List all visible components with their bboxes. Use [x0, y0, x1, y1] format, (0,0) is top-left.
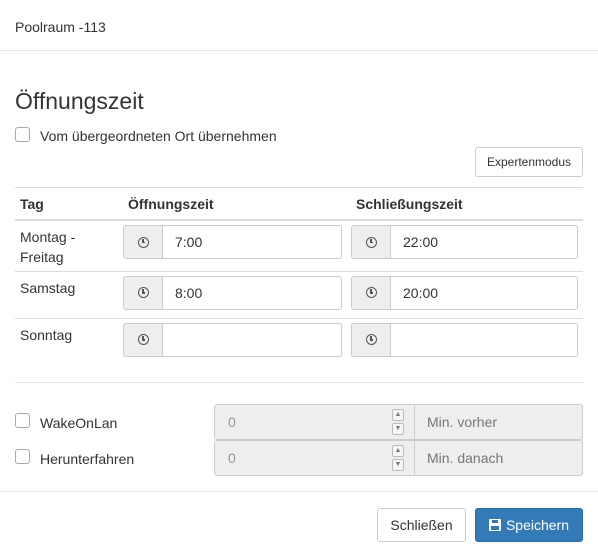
addon-clock	[351, 225, 390, 259]
expert-mode-button[interactable]: Expertenmodus	[475, 147, 583, 177]
close-time-field[interactable]: 20:00	[351, 275, 578, 310]
clock-icon	[137, 334, 149, 345]
shutdown-minutes-value: 0	[228, 450, 236, 466]
opening-hours-table: Tag Öffnungszeit Schließungszeit Montag …	[15, 187, 583, 363]
clock-icon	[365, 287, 377, 298]
modal-title: Poolraum -113	[15, 19, 106, 35]
close-time-input[interactable]: 22:00	[390, 225, 578, 259]
chevron-down-icon[interactable]: ▼	[392, 459, 404, 471]
save-button[interactable]: Speichern	[475, 508, 583, 542]
table-row: Montag - Freitag 7:00 22:00	[15, 219, 583, 271]
wakeonlan-checkbox[interactable]	[15, 413, 30, 428]
divider	[15, 382, 583, 383]
close-time-input[interactable]: 20:00	[390, 275, 578, 310]
save-button-label: Speichern	[505, 517, 570, 533]
column-header-close: Schließungszeit	[351, 187, 583, 221]
chevron-down-icon[interactable]: ▼	[392, 423, 404, 435]
table-row: Samstag 8:00 20:00	[15, 270, 583, 318]
clock-icon	[137, 287, 149, 298]
close-button[interactable]: Schließen	[377, 508, 466, 542]
opening-hours-dialog: Poolraum -113 Öffnungszeit Vom übergeord…	[0, 0, 598, 556]
addon-clock	[123, 225, 162, 259]
modal-footer-divider	[0, 491, 598, 492]
wakeonlan-spinner[interactable]: ▲ ▼	[392, 409, 404, 435]
shutdown-label[interactable]: Herunterfahren	[40, 451, 134, 467]
table-header-row: Tag Öffnungszeit Schließungszeit	[15, 187, 583, 221]
day-label: Montag - Freitag	[15, 219, 123, 271]
wakeonlan-minutes-value: 0	[228, 414, 236, 430]
addon-clock	[123, 275, 162, 310]
chevron-up-icon[interactable]: ▲	[392, 409, 404, 421]
shutdown-spinner[interactable]: ▲ ▼	[392, 445, 404, 471]
addon-clock	[123, 322, 162, 357]
open-time-input[interactable]: 8:00	[162, 275, 342, 310]
inherit-checkbox-label[interactable]: Vom übergeordneten Ort übernehmen	[40, 128, 277, 144]
column-header-open: Öffnungszeit	[123, 187, 351, 221]
shutdown-minutes-group: 0 ▲ ▼ Min. danach	[214, 440, 583, 476]
wakeonlan-label[interactable]: WakeOnLan	[40, 415, 117, 431]
addon-clock	[351, 275, 390, 310]
day-label: Sonntag	[15, 317, 123, 363]
addon-clock	[351, 322, 390, 357]
table-row: Sonntag	[15, 317, 583, 363]
clock-icon	[365, 236, 377, 248]
column-header-day: Tag	[15, 187, 123, 221]
wakeonlan-minutes-input[interactable]: 0 ▲ ▼	[214, 404, 415, 440]
shutdown-unit: Min. danach	[415, 440, 583, 476]
shutdown-checkbox[interactable]	[15, 449, 30, 464]
close-time-field[interactable]: 22:00	[351, 225, 578, 259]
open-time-field[interactable]: 8:00	[123, 275, 342, 310]
close-time-input[interactable]	[390, 322, 578, 357]
modal-header: Poolraum -113	[0, 0, 598, 51]
chevron-up-icon[interactable]: ▲	[392, 445, 404, 457]
section-title: Öffnungszeit	[15, 88, 144, 114]
clock-icon	[137, 236, 149, 248]
wakeonlan-unit: Min. vorher	[415, 404, 583, 440]
day-label: Samstag	[15, 270, 123, 318]
close-time-field[interactable]	[351, 322, 578, 357]
open-time-field[interactable]: 7:00	[123, 225, 342, 259]
open-time-input[interactable]	[162, 322, 342, 357]
shutdown-minutes-input[interactable]: 0 ▲ ▼	[214, 440, 415, 476]
wakeonlan-minutes-group: 0 ▲ ▼ Min. vorher	[214, 404, 583, 440]
floppy-disk-icon	[488, 519, 501, 531]
open-time-field[interactable]	[123, 322, 342, 357]
clock-icon	[365, 334, 377, 345]
inherit-checkbox[interactable]	[15, 127, 30, 142]
open-time-input[interactable]: 7:00	[162, 225, 342, 259]
